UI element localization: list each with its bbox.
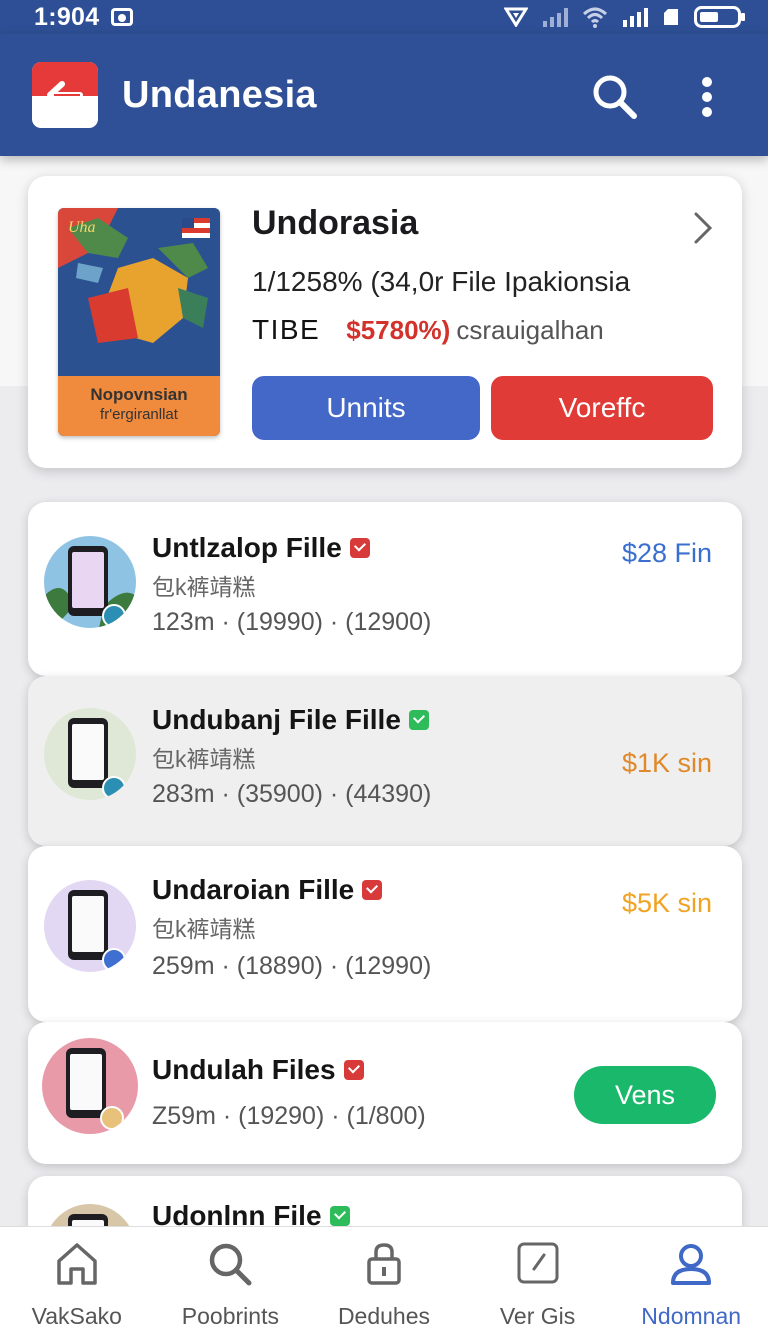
book-title: Nopovnsian: [90, 385, 188, 404]
verified-badge-icon: [408, 710, 429, 730]
item-name-text: Undaroian Fille: [152, 874, 355, 905]
list-item[interactable]: Undaroian Fille 包k裤靖糕 259m · (18890) · (…: [28, 846, 742, 1022]
nav-item-search[interactable]: Poobrints: [154, 1227, 308, 1344]
verified-badge-icon: [362, 880, 383, 900]
verified-badge-icon: [343, 1060, 364, 1080]
nav-label: Ndomnan: [641, 1303, 742, 1329]
featured-tag: TIBE: [252, 314, 321, 345]
item-name: Undulah Files: [152, 1054, 364, 1086]
camera-icon: [111, 8, 134, 26]
status-time: 1:904: [34, 2, 100, 31]
bottom-navigation: VakSako Poobrints Deduhes Ver Gis Ndomna…: [0, 1226, 768, 1344]
nav-label: VakSako: [31, 1303, 122, 1329]
item-amount: $1K sin: [621, 748, 712, 778]
item-name-text: Undubanj File Fille: [152, 704, 401, 735]
item-name: Untlzalop Fille: [152, 532, 370, 564]
sim-icon: [664, 9, 678, 25]
search-icon: [210, 1243, 252, 1286]
wifi-icon: [582, 7, 608, 28]
item-name-text: Undulah Files: [152, 1054, 336, 1085]
app-logo-back-icon[interactable]: [32, 62, 98, 128]
verify-button[interactable]: Voreffc: [491, 376, 713, 440]
item-subtitle: 包k裤靖糕: [152, 574, 256, 600]
map-illustration: Uha: [58, 208, 220, 376]
nav-item-home[interactable]: VakSako: [0, 1227, 154, 1344]
list-item[interactable]: Undulah Files Z59m · (19290) · (1/800) V…: [28, 1022, 742, 1164]
featured-price: $5780%): [346, 315, 451, 345]
view-button[interactable]: Vens: [574, 1066, 716, 1124]
svg-text:Uha: Uha: [68, 219, 96, 236]
item-name: Undubanj File Fille: [152, 704, 429, 736]
status-bar: 1:904: [0, 0, 768, 34]
nav-label: Ver Gis: [499, 1303, 576, 1329]
chevron-right-icon[interactable]: [692, 210, 714, 246]
item-avatar: [42, 1038, 138, 1134]
book-cover: Uha Nopovnsian fr'ergiranllat: [58, 208, 220, 436]
cell-signal-icon: [543, 8, 568, 27]
nav-label: Poobrints: [181, 1303, 279, 1329]
item-amount: $28 Fin: [621, 538, 712, 568]
battery-icon: [694, 6, 745, 28]
nav-item-profile[interactable]: Ndomnan: [614, 1227, 768, 1344]
item-name: Undaroian Fille: [152, 874, 383, 906]
app-bar: Undanesia: [0, 34, 768, 156]
nav-label: Deduhes: [337, 1303, 431, 1329]
search-icon[interactable]: [590, 72, 638, 120]
home-icon: [57, 1243, 97, 1285]
list-item[interactable]: Untlzalop Fille 包k裤靖糕 123m · (19990) · (…: [28, 502, 742, 676]
units-button[interactable]: Unnits: [252, 376, 480, 440]
item-subtitle: 包k裤靖糕: [152, 916, 256, 942]
nav-item-lock[interactable]: Deduhes: [307, 1227, 461, 1344]
featured-price-row: TIBE $5780%) csrauigalhan: [252, 314, 604, 346]
list-item[interactable]: Undubanj File Fille 包k裤靖糕 283m · (35900)…: [28, 676, 742, 846]
profile-icon: [671, 1244, 712, 1285]
nav-item-edit[interactable]: Ver Gis: [461, 1227, 615, 1344]
item-avatar: [44, 536, 136, 628]
featured-card[interactable]: Uha Nopovnsian fr'ergiranllat Undorasia …: [28, 176, 742, 468]
cell-bars-icon: [623, 8, 648, 27]
featured-title: Undorasia: [252, 204, 419, 242]
featured-subtitle: 1/1258% (34,0r File Ipakionsia: [252, 266, 631, 297]
item-meta: 283m · (35900) · (44390): [152, 780, 432, 808]
verified-badge-icon: [329, 1206, 350, 1226]
item-meta: 123m · (19990) · (12900): [152, 608, 432, 636]
item-avatar: [44, 708, 136, 800]
book-subtitle: fr'ergiranllat: [100, 406, 178, 423]
item-avatar: [44, 880, 136, 972]
item-meta: 259m · (18890) · (12990): [152, 952, 432, 980]
verified-badge-icon: [349, 538, 370, 558]
more-options-icon[interactable]: [700, 76, 714, 118]
lock-icon: [367, 1243, 401, 1285]
item-subtitle: 包k裤靖糕: [152, 746, 256, 772]
featured-price-note: csrauigalhan: [456, 315, 604, 345]
item-amount: $5K sin: [621, 888, 712, 918]
item-meta: Z59m · (19290) · (1/800): [152, 1102, 426, 1130]
edit-box-icon: [517, 1242, 559, 1284]
item-name-text: Untlzalop Fille: [152, 532, 342, 563]
app-title: Undanesia: [122, 73, 317, 116]
signal-vpn-icon: [504, 7, 528, 27]
